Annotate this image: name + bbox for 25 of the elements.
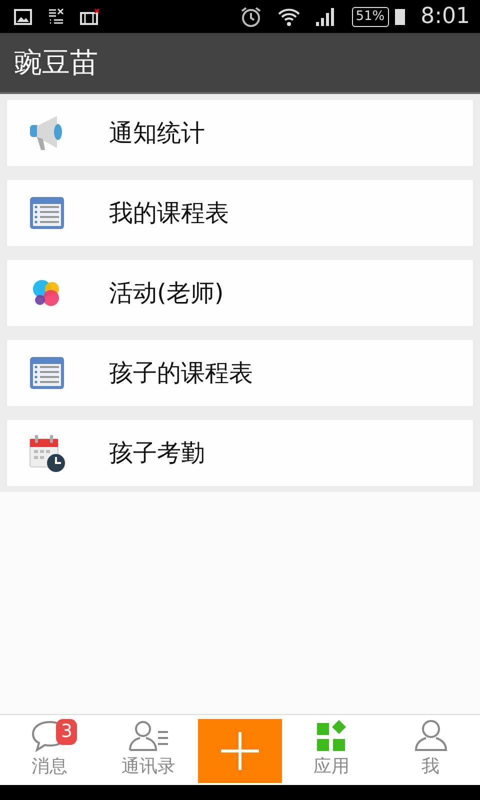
menu-item[interactable]: 我的课程表 — [7, 180, 473, 246]
signal-icon — [316, 8, 336, 26]
tab[interactable]: 通讯录 — [99, 715, 198, 785]
battery-level: 51% — [352, 6, 389, 26]
apps-icon — [314, 719, 348, 753]
person-icon — [412, 719, 448, 753]
plus-icon — [220, 731, 260, 771]
app-title: 豌豆苗 — [14, 44, 98, 80]
contacts-icon — [126, 719, 170, 753]
menu-item[interactable]: 通知统计 — [7, 100, 473, 166]
film-icon — [80, 8, 100, 26]
alarm-icon — [240, 6, 262, 28]
tab[interactable]: 应用 — [282, 715, 381, 785]
image-icon — [14, 8, 32, 24]
menu-item[interactable]: 活动(老师) — [7, 260, 473, 326]
clock-time: 8:01 — [420, 3, 470, 31]
add-button[interactable] — [198, 719, 282, 783]
list-icon — [48, 8, 64, 26]
menu-item[interactable]: 孩子的课程表 — [7, 340, 473, 406]
tab[interactable]: 我 — [381, 715, 480, 785]
calendar-clock-icon — [27, 433, 67, 473]
wifi-icon — [278, 8, 300, 26]
menu-item[interactable]: 孩子考勤 — [7, 420, 473, 486]
tab[interactable]: 消息 3 — [0, 715, 99, 785]
unread-badge: 3 — [56, 719, 78, 745]
